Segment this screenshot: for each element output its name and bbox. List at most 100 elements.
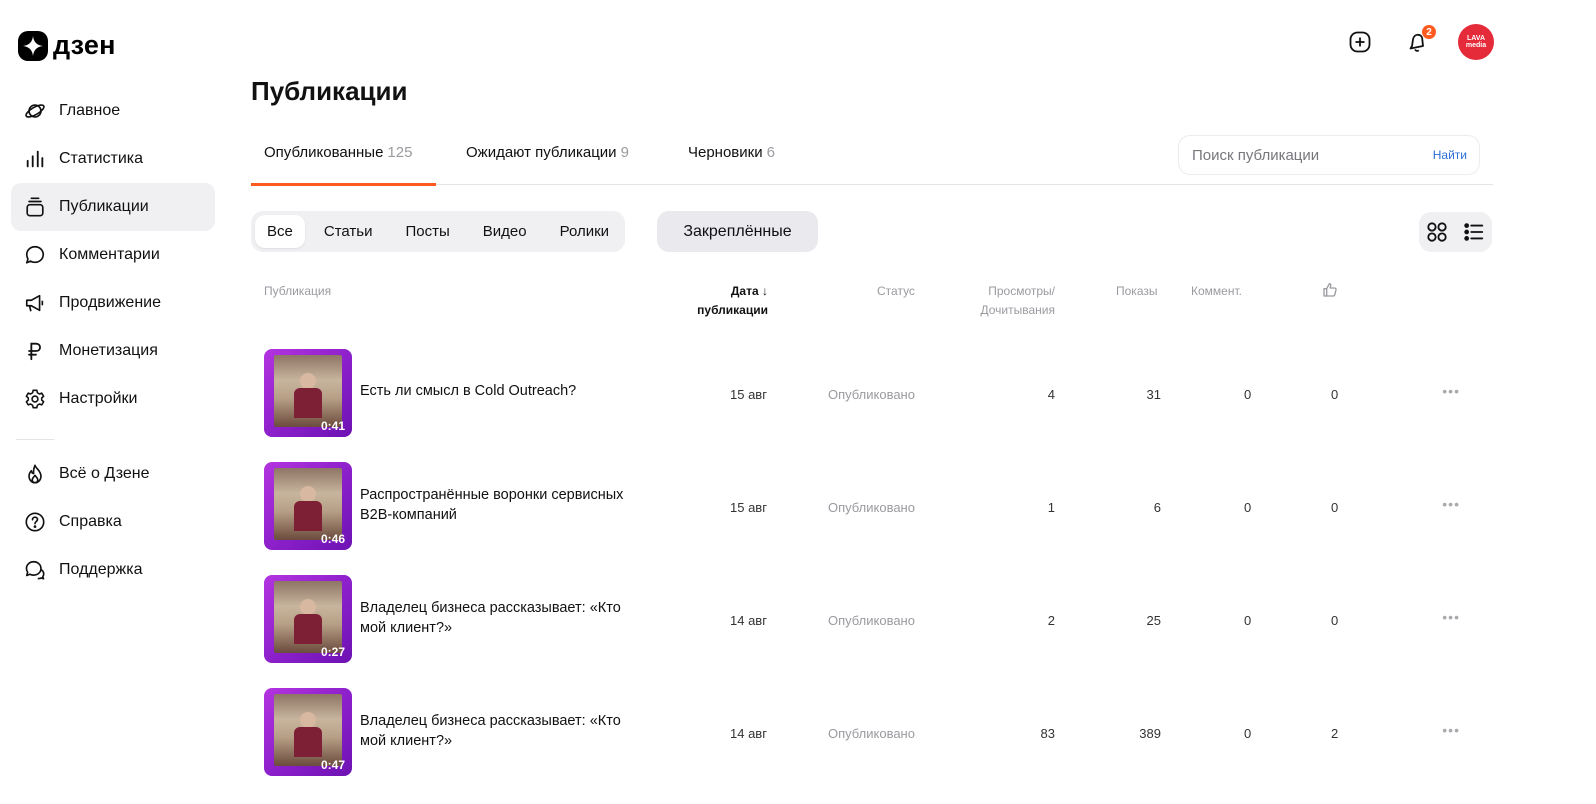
stack-icon (23, 195, 47, 219)
sidebar-item-monetization[interactable]: Монетизация (11, 327, 215, 375)
comments-count: 0 (1244, 613, 1252, 628)
column-likes (1322, 282, 1338, 304)
sidebar-item-main[interactable]: Главное (11, 87, 215, 135)
filter-articles[interactable]: Статьи (312, 215, 385, 248)
type-filter: Все Статьи Посты Видео Ролики (251, 211, 626, 252)
publication-date: 15 авг (730, 500, 767, 515)
bar-chart-icon (23, 147, 47, 171)
tab-label: Опубликованные (264, 144, 384, 161)
sidebar-item-comments[interactable]: Комментарии (11, 231, 215, 279)
publication-date: 14 авг (730, 726, 767, 741)
video-frame (274, 694, 342, 766)
sidebar-item-support[interactable]: Поддержка (11, 546, 215, 594)
publication-date: 15 авг (730, 387, 767, 402)
sidebar-item-about[interactable]: Всё о Дзене (11, 450, 215, 498)
brand-name: дзен (53, 30, 116, 60)
publication-title[interactable]: Распространённые воронки сервисных B2B-к… (360, 485, 630, 525)
table-row[interactable]: 0:41 Есть ли смысл в Cold Outreach? 15 а… (251, 338, 1493, 438)
comment-icon (23, 243, 47, 267)
sidebar-item-promotion[interactable]: Продвижение (11, 279, 215, 327)
video-thumbnail[interactable]: 0:47 (264, 688, 352, 776)
likes-count: 0 (1331, 613, 1339, 628)
plus-square-icon (1349, 31, 1371, 53)
dzen-logo[interactable]: дзен (18, 30, 116, 61)
column-date-line2: публикации (697, 303, 768, 317)
sidebar-item-label: Продвижение (59, 294, 161, 311)
shows-count: 31 (1146, 387, 1161, 402)
video-duration: 0:41 (320, 419, 345, 433)
tab-scheduled[interactable]: Ожидают публикации 9 (466, 144, 629, 161)
publication-status: Опубликовано (828, 387, 915, 402)
column-comments: Коммент. (1191, 284, 1242, 298)
sort-arrow-down-icon: ↓ (758, 284, 768, 298)
sidebar-item-label: Монетизация (59, 342, 158, 359)
column-date-line1: Дата (730, 284, 759, 298)
sidebar-item-label: Публикации (59, 198, 149, 215)
video-thumbnail[interactable]: 0:46 (264, 462, 352, 550)
megaphone-icon (23, 291, 47, 315)
column-views-line1: Просмотры/ (988, 284, 1055, 298)
sidebar-item-label: Поддержка (59, 561, 143, 578)
publication-title[interactable]: Есть ли смысл в Cold Outreach? (360, 381, 630, 401)
publication-status: Опубликовано (828, 726, 915, 741)
support-chat-icon (23, 558, 47, 582)
sidebar-item-statistics[interactable]: Статистика (11, 135, 215, 183)
column-date[interactable]: Дата ↓ публикации (692, 282, 768, 320)
grid-view-button[interactable] (1422, 217, 1452, 247)
sidebar-item-label: Всё о Дзене (59, 465, 150, 482)
video-duration: 0:27 (320, 645, 345, 659)
table-row[interactable]: 0:47 Владелец бизнеса рассказывает: «Кто… (251, 677, 1493, 777)
list-view-button[interactable] (1459, 217, 1489, 247)
sidebar: Главное Статистика Публикации Комментари… (11, 87, 215, 594)
publication-title[interactable]: Владелец бизнеса рассказывает: «Кто мой … (360, 598, 630, 638)
more-options-icon[interactable]: ••• (1442, 383, 1460, 399)
filter-pinned[interactable]: Закреплённые (657, 211, 818, 252)
thumbs-up-icon (1323, 283, 1337, 297)
video-frame (274, 355, 342, 427)
column-publication: Публикация (264, 284, 332, 298)
sidebar-item-publications[interactable]: Публикации (11, 183, 215, 231)
tab-drafts[interactable]: Черновики 6 (688, 144, 775, 161)
gear-icon (23, 387, 47, 411)
publication-tabs: Опубликованные 125 Ожидают публикации 9 Че… (251, 130, 1493, 186)
sidebar-divider (16, 439, 54, 440)
sidebar-item-label: Главное (59, 102, 121, 119)
video-thumbnail[interactable]: 0:27 (264, 575, 352, 663)
table-row[interactable]: 0:27 Владелец бизнеса рассказывает: «Кто… (251, 564, 1493, 664)
publication-title[interactable]: Владелец бизнеса рассказывает: «Кто мой … (360, 711, 630, 751)
tab-published[interactable]: Опубликованные 125 (264, 144, 412, 161)
flame-icon (23, 462, 47, 486)
notifications-button[interactable]: 2 (1400, 24, 1436, 60)
sidebar-item-settings[interactable]: Настройки (11, 375, 215, 423)
search-input[interactable] (1192, 146, 1392, 164)
likes-count: 0 (1331, 500, 1339, 515)
tab-count: 6 (766, 144, 775, 161)
table-row[interactable]: 0:46 Распространённые воронки сервисных … (251, 451, 1493, 551)
filter-all[interactable]: Все (255, 215, 305, 248)
avatar-text: LAVA media (1465, 35, 1487, 49)
create-button[interactable] (1342, 24, 1378, 60)
tab-label: Ожидают публикации (466, 144, 617, 161)
more-options-icon[interactable]: ••• (1442, 722, 1460, 738)
likes-count: 0 (1331, 387, 1339, 402)
shows-count: 25 (1146, 613, 1161, 628)
video-thumbnail[interactable]: 0:41 (264, 349, 352, 437)
sidebar-item-label: Настройки (59, 390, 138, 407)
avatar[interactable]: LAVA media (1458, 24, 1494, 60)
filter-shorts[interactable]: Ролики (548, 215, 621, 248)
more-options-icon[interactable]: ••• (1442, 609, 1460, 625)
likes-count: 2 (1331, 726, 1339, 741)
video-duration: 0:46 (320, 532, 345, 546)
tab-label: Черновики (688, 144, 763, 161)
filter-posts[interactable]: Посты (393, 215, 461, 248)
filter-videos[interactable]: Видео (471, 215, 539, 248)
sidebar-item-label: Статистика (59, 150, 144, 167)
sidebar-item-label: Комментарии (59, 246, 160, 263)
video-frame (274, 581, 342, 653)
page-title: Публикации (251, 76, 408, 106)
more-options-icon[interactable]: ••• (1442, 496, 1460, 512)
views-count: 2 (1047, 613, 1055, 628)
sidebar-item-help[interactable]: Справка (11, 498, 215, 546)
search-button[interactable]: Найти (1433, 148, 1467, 162)
question-icon (23, 510, 47, 534)
